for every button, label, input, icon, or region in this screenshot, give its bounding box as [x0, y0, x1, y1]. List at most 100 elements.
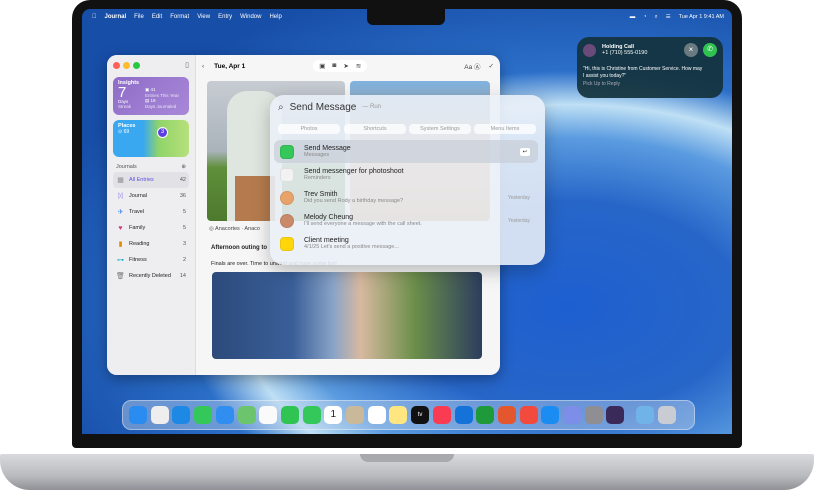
sidebar-item[interactable]: ▮ Reading 3: [113, 236, 189, 252]
location-icon[interactable]: ➤: [343, 62, 348, 70]
spotlight-result[interactable]: Melody Cheung I'll send everyone a messag…: [274, 209, 538, 232]
dock-pages-icon[interactable]: [497, 406, 516, 424]
location-text: Anacortes · Anaco: [215, 226, 260, 232]
dock-app-store-icon[interactable]: [541, 406, 560, 424]
chip-photos[interactable]: Photos: [278, 124, 340, 134]
dock-reminders-icon[interactable]: [367, 406, 386, 424]
clock[interactable]: Tue Apr 1 9:41 AM: [679, 14, 724, 20]
sidebar-item-label: Journal: [129, 193, 148, 199]
entry-photo-3[interactable]: [212, 272, 482, 359]
places-count-value: 69: [123, 129, 130, 135]
minimize-button[interactable]: [123, 61, 130, 69]
dock-journal-icon[interactable]: [606, 406, 625, 424]
dock-finder-icon[interactable]: [129, 406, 147, 424]
dock-safari-icon[interactable]: [172, 406, 191, 424]
dock: 1 tv: [122, 400, 695, 430]
entries-label: Entries This Year: [145, 92, 179, 98]
format-button[interactable]: Aa Ⓐ: [464, 61, 480, 71]
menu-format[interactable]: Format: [170, 14, 189, 20]
dock-mail-icon[interactable]: [215, 406, 234, 424]
spotlight-query[interactable]: Send Message: [290, 102, 357, 113]
sidebar-item[interactable]: ✈ Travel 5: [113, 204, 189, 220]
places-card[interactable]: Places ⊙ 69 3: [113, 120, 189, 157]
control-center-icon[interactable]: ☰: [666, 14, 671, 20]
menu-app-name[interactable]: Journal: [105, 14, 127, 20]
dock-photos-icon[interactable]: [259, 406, 278, 424]
dock-facetime-icon[interactable]: [280, 406, 299, 424]
sidebar-item-label: Recently Deleted: [129, 273, 171, 279]
entry-title[interactable]: Afternoon outing to: [211, 245, 267, 251]
dock-system-settings-icon[interactable]: [584, 406, 603, 424]
airplane-icon: ✈: [117, 209, 124, 216]
dock-downloads-icon[interactable]: [636, 406, 655, 424]
spotlight-result[interactable]: Client meeting 4/1/25 Let's send a positi…: [274, 232, 538, 255]
spotlight-result[interactable]: Send Message Messages ↩: [274, 140, 538, 163]
sidebar-toggle-icon[interactable]: ▯: [185, 61, 189, 69]
decline-button[interactable]: ×: [684, 43, 698, 57]
close-button[interactable]: [113, 61, 120, 69]
audio-icon[interactable]: ≋: [356, 62, 361, 70]
result-icon: [280, 167, 294, 182]
dock-numbers-icon[interactable]: [476, 406, 495, 424]
sidebar-item-count: 2: [182, 257, 186, 263]
camera-icon[interactable]: ◙: [332, 62, 336, 70]
entry-date: Tue, Apr 1: [214, 62, 246, 70]
zoom-button[interactable]: [133, 61, 140, 69]
result-subtitle: Reminders: [304, 175, 331, 181]
menu-entry[interactable]: Entry: [218, 14, 232, 20]
wifi-icon[interactable]: ◔: [643, 14, 646, 20]
result-subtitle: 4/1/25 Let's send a positive message...: [304, 244, 399, 250]
places-count: ⊙ 69: [118, 129, 130, 135]
apple-menu-icon[interactable]: : [92, 14, 97, 20]
days-value: 19: [150, 98, 156, 103]
add-journal-button[interactable]: ⊕: [181, 164, 186, 170]
dock-iphone-mirroring-icon[interactable]: [563, 406, 581, 424]
dock-messages-icon[interactable]: [194, 406, 213, 424]
dock-phone-icon[interactable]: [302, 406, 321, 424]
dock-notes-icon[interactable]: [389, 406, 408, 424]
done-button[interactable]: ✓: [489, 62, 494, 70]
sidebar-item[interactable]: ᛞ Journal 36: [113, 188, 189, 204]
battery-icon[interactable]: ▬: [630, 14, 636, 20]
dock-rocket-icon[interactable]: [519, 406, 538, 424]
chip-system-settings[interactable]: System Settings: [409, 124, 471, 134]
return-key-icon: ↩: [519, 147, 530, 156]
journals-heading: Journals: [116, 164, 137, 170]
sidebar-item[interactable]: 🗑 Recently Deleted 14: [113, 268, 189, 284]
entry-toolbar: ▣ ◙ ➤ ≋: [313, 60, 368, 72]
map-pin[interactable]: 3: [157, 127, 168, 138]
dock-launchpad-icon[interactable]: [150, 406, 169, 424]
sidebar: ▯ Insights 7 Days Streak ▣ 41 Entries Th…: [107, 55, 196, 375]
sidebar-item-label: All Entries: [129, 177, 154, 183]
dock-trash-icon[interactable]: [657, 406, 676, 424]
spotlight-result[interactable]: Send messenger for photoshoot Reminders: [274, 163, 538, 186]
accept-button[interactable]: ✆: [703, 43, 717, 57]
menu-edit[interactable]: Edit: [152, 14, 162, 20]
back-button[interactable]: ‹: [202, 63, 204, 70]
sidebar-item[interactable]: ♥ Family 5: [113, 220, 189, 236]
sidebar-item[interactable]: ▦ All Entries 42: [113, 172, 189, 188]
sidebar-item-count: 36: [179, 193, 186, 199]
call-notification[interactable]: Holding Call +1 (710) 555-0190 × ✆ "Hi, …: [577, 37, 723, 98]
photo-library-icon[interactable]: ▣: [319, 62, 325, 70]
chip-menu-items[interactable]: Menu Items: [474, 124, 536, 134]
pick-up-to-reply[interactable]: Pick Up to Reply: [583, 81, 717, 87]
sidebar-item[interactable]: ⊶ Fitness 2: [113, 252, 189, 268]
menu-help[interactable]: Help: [269, 14, 281, 20]
dock-contacts-icon[interactable]: [346, 406, 364, 424]
dock-maps-icon[interactable]: [237, 406, 256, 424]
days-label: Days Journaled: [145, 103, 177, 109]
spotlight-result[interactable]: Trev Smith Did you send Rody a birthday m…: [274, 186, 538, 209]
menu-view[interactable]: View: [197, 14, 210, 20]
dock-calendar-icon[interactable]: 1: [324, 406, 343, 424]
search-icon[interactable]: ⌕: [655, 14, 658, 21]
dock-keynote-icon[interactable]: [454, 406, 473, 424]
dock-music-icon[interactable]: [432, 406, 451, 424]
insights-card[interactable]: Insights 7 Days Streak ▣ 41 Entries This…: [113, 77, 189, 115]
menu-file[interactable]: File: [134, 14, 144, 20]
menu-window[interactable]: Window: [240, 14, 261, 20]
dock-tv-icon[interactable]: tv: [411, 406, 430, 424]
spotlight-panel: ⌕ Send Message — Run Photos Shortcuts Sy…: [270, 95, 545, 265]
chip-shortcuts[interactable]: Shortcuts: [344, 124, 406, 134]
butterfly-icon: ᛞ: [118, 192, 123, 200]
